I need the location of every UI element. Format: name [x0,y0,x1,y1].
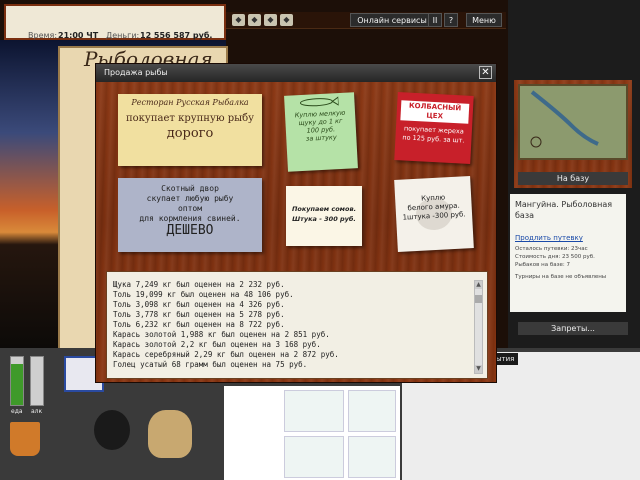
help-button[interactable]: ? [444,13,458,27]
time-label: Время: [28,31,58,40]
restaurant-line2: покупает крупную рыбу [126,113,254,124]
cattle-yard-offer-note[interactable]: Скотный двор скупает любую рыбу оптом дл… [118,178,262,252]
fish-icon [299,96,339,107]
inventory-slot[interactable] [348,436,396,478]
location-name: Мангуйна. Рыболовная база [515,200,613,220]
permit-remaining: Осталось путевки: 23час [515,246,588,252]
close-button[interactable]: ✕ [479,66,492,79]
pot-icon[interactable] [94,410,130,450]
log-scrollbar[interactable]: ▲ ▼ [474,280,483,374]
go-to-base-button[interactable]: На базу [518,172,628,185]
cattle-line3: оптом [177,204,203,213]
location-info: Мангуйна. Рыболовная база Продлить путев… [510,194,626,312]
scroll-thumb[interactable] [475,295,482,303]
map-container: На базу [514,80,632,188]
log-entry: Толь 3,098 кг был оценен на 4 326 руб. [113,300,285,309]
bans-button[interactable]: Запреты... [518,322,628,335]
anglers-count: Рыбаков на базе: 7 [515,262,570,268]
menu-button[interactable]: Меню [466,13,502,27]
inventory-slot[interactable] [284,390,344,432]
bucket-icon[interactable] [10,422,40,456]
fish-sale-dialog: Продажа рыбы ✕ Ресторан Русская Рыбалка … [95,63,497,383]
catfish-offer-note[interactable]: Покупаем сомов. Штука - 300 руб. [286,186,362,246]
catfish-line2: Штука - 300 руб. [292,215,356,223]
inventory-slot[interactable] [348,390,396,432]
log-entry: Карась золотой 1,988 кг был оценен на 2 … [113,330,330,339]
time-value: 21:00 ЧТ [58,31,99,40]
log-entry: Голец усатый 68 грамм был оценен на 75 р… [113,360,308,369]
log-entry: Толь 3,778 кг был оценен на 5 278 руб. [113,310,285,319]
food-gauge [10,356,24,406]
alcohol-gauge [30,356,44,406]
restaurant-offer-note[interactable]: Ресторан Русская Рыбалка покупает крупну… [118,94,262,166]
sausage-line1: КОЛБАСНЫЙ ЦЕХ [400,100,470,124]
inventory-grid [224,386,400,480]
location-map[interactable] [518,84,628,160]
fish-slot-icon[interactable]: ◆ [248,14,261,26]
small-pike-offer-note[interactable]: Куплю мелкую щуку до 1 кг 100 руб. за шт… [284,92,358,172]
day-cost: Стоимость дня: 23 500 руб. [515,254,595,260]
online-services-button[interactable]: Онлайн сервисы [350,13,434,27]
alcohol-gauge-label: алк [31,408,43,415]
cattle-line2: скупает любую рыбу [146,194,234,203]
sausage-workshop-offer-note[interactable]: КОЛБАСНЫЙ ЦЕХ покупает жереха по 125 руб… [394,92,474,164]
dialog-header: Продажа рыбы ✕ [96,64,496,82]
cattle-line1: Скотный двор [161,184,219,193]
log-entry: Толь 19,099 кг был оценен на 48 106 руб. [113,290,294,299]
dialog-title: Продажа рыбы [104,68,168,77]
fish-slot-icon[interactable]: ◆ [232,14,245,26]
sale-log-lines: Щука 7,249 кг был оценен на 2 232 руб. Т… [113,280,469,370]
log-entry: Щука 7,249 кг был оценен на 2 232 руб. [113,280,285,289]
grass-carp-offer-note[interactable]: Куплю белого амура. 1штука -300 руб. [394,176,474,252]
cattle-line5: ДЕШЕВО [166,223,214,238]
food-gauge-label: еда [11,408,23,415]
fish-slot-icon[interactable]: ◆ [280,14,293,26]
status-bar: Время: 21:00 ЧТ Деньги: 12 556 587 руб. [4,4,226,40]
extend-permit-link[interactable]: Продлить путевку [515,234,583,242]
log-entry: Карась золотой 2,2 кг был оценен на 3 16… [113,340,321,349]
catfish-line1: Покупаем сомов. [291,205,357,213]
pause-button[interactable]: II [428,13,442,27]
restaurant-line3: дорого [166,126,214,141]
restaurant-name: Ресторан Русская Рыбалка [131,98,249,107]
food-gauge-fill [11,364,23,405]
fish-slot-icon[interactable]: ◆ [264,14,277,26]
log-entry: Карась серебряный 2,29 кг был оценен на … [113,350,339,359]
creel-icon[interactable] [148,410,192,458]
money-value: 12 556 587 руб. [140,31,213,40]
scroll-down-icon[interactable]: ▼ [475,365,482,373]
sale-log: Щука 7,249 кг был оценен на 2 232 руб. Т… [106,271,488,379]
top-bar: ◆ ◆ ◆ ◆ Онлайн сервисы II ? Меню [226,12,506,29]
money-label: Деньги: [106,31,140,40]
log-entry: Толь 6,232 кг был оценен на 8 722 руб. [113,320,285,329]
map-river-icon [530,90,599,148]
scroll-up-icon[interactable]: ▲ [475,281,482,289]
tournaments-status: Турниры на базе не объявлены [515,274,607,280]
inventory-slot[interactable] [284,436,344,478]
